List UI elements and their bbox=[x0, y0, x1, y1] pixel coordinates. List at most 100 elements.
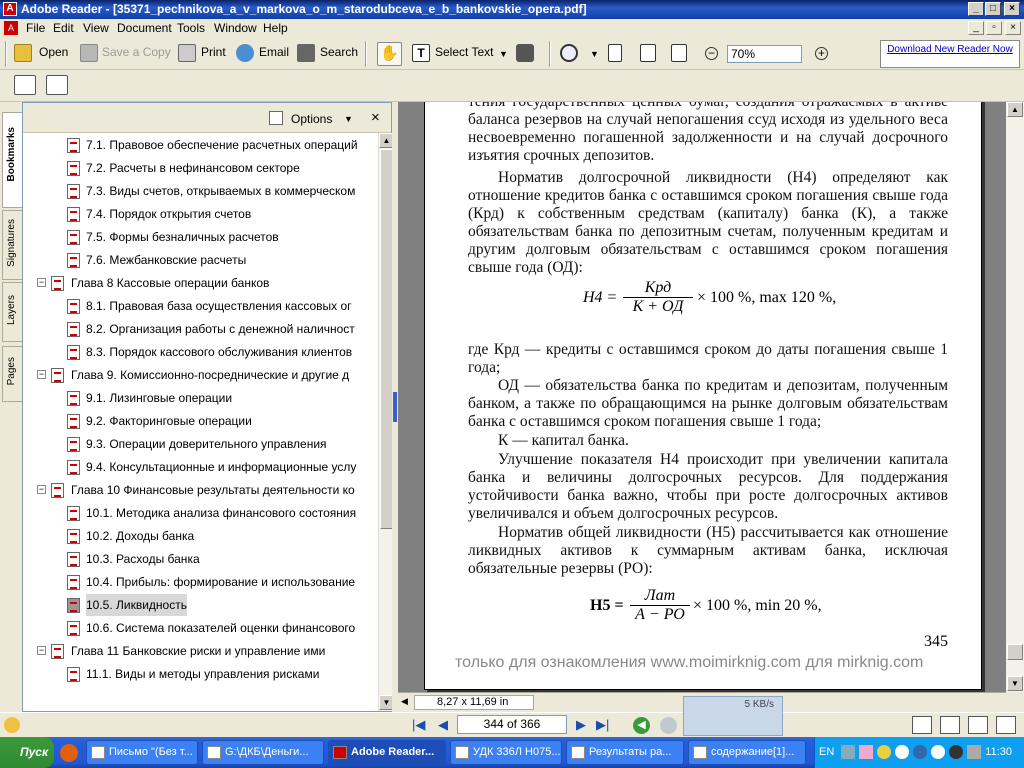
bookmark-item[interactable]: 7.2. Расчеты в нефинансовом секторе bbox=[23, 157, 377, 179]
bookmark-item[interactable]: 10.4. Прибыль: формирование и использова… bbox=[23, 571, 377, 593]
bookmark-chapter[interactable]: − Глава 10 Финансовые результаты деятельн… bbox=[23, 479, 377, 501]
select-text-button[interactable]: Select Text bbox=[435, 45, 493, 59]
last-page-button[interactable]: ▶| bbox=[596, 717, 609, 733]
menu-edit[interactable]: Edit bbox=[53, 21, 74, 35]
save-copy-button[interactable]: Save a Copy bbox=[102, 45, 171, 59]
doc-scroll-thumb[interactable] bbox=[1007, 644, 1023, 660]
bookmark-item[interactable]: 7.5. Формы безналичных расчетов bbox=[23, 226, 377, 248]
zoom-in-tool-icon[interactable] bbox=[560, 44, 578, 62]
go-back-icon[interactable]: ◀ bbox=[633, 717, 650, 734]
document-icon[interactable]: A bbox=[4, 21, 18, 35]
collapse-icon[interactable]: − bbox=[37, 278, 46, 287]
zoom-in-icon[interactable]: + bbox=[815, 47, 828, 60]
bookmark-chapter[interactable]: − Глава 8 Кассовые операции банков bbox=[23, 272, 377, 294]
options-dropdown-icon[interactable]: ▼ bbox=[344, 114, 353, 124]
document-scrollbar[interactable]: ▲ ▼ bbox=[1006, 102, 1024, 692]
fit-width-icon[interactable] bbox=[671, 44, 687, 62]
facing-icon[interactable] bbox=[968, 716, 988, 734]
start-button[interactable]: Пуск bbox=[0, 737, 54, 768]
task-word-udk[interactable]: УДК 336Л Н075... bbox=[450, 740, 562, 765]
menu-document[interactable]: Document bbox=[117, 21, 172, 35]
bookmark-item[interactable]: 9.4. Консультационные и информационные у… bbox=[23, 456, 377, 478]
continuous-icon[interactable] bbox=[940, 716, 960, 734]
bookmark-item[interactable]: 10.1. Методика анализа финансового состо… bbox=[23, 502, 377, 524]
menu-view[interactable]: View bbox=[83, 21, 109, 35]
zoom-out-icon[interactable]: − bbox=[705, 47, 718, 60]
bookmark-item[interactable]: 10.5. Ликвидность bbox=[23, 594, 377, 616]
task-contents[interactable]: содержание[1]... bbox=[688, 740, 806, 765]
tray-icon-4[interactable] bbox=[895, 745, 909, 759]
task-results[interactable]: Результаты ра... bbox=[566, 740, 684, 765]
tray-icon-7[interactable] bbox=[949, 745, 963, 759]
menu-window[interactable]: Window bbox=[214, 21, 257, 35]
network-icon[interactable] bbox=[841, 745, 855, 759]
doc-minimize-button[interactable]: _ bbox=[968, 21, 984, 35]
bookmark-item[interactable]: 10.3. Расходы банка bbox=[23, 548, 377, 570]
email-button[interactable]: Email bbox=[259, 45, 289, 59]
info-icon[interactable] bbox=[931, 745, 945, 759]
tab-bookmarks[interactable]: Bookmarks bbox=[2, 112, 22, 208]
bookmark-chapter[interactable]: − Глава 9. Комиссионно-посреднические и д… bbox=[23, 364, 377, 386]
scroll-left-arrow[interactable]: ◀ bbox=[401, 696, 408, 707]
shield-icon[interactable] bbox=[877, 745, 891, 759]
bookmark-item[interactable]: 8.1. Правовая база осуществления кассовы… bbox=[23, 295, 377, 317]
task-mail[interactable]: Письмо "(Без т... bbox=[86, 740, 198, 765]
menu-file[interactable]: File bbox=[26, 21, 45, 35]
previous-page-button[interactable]: ◀ bbox=[438, 717, 448, 733]
single-page-icon[interactable] bbox=[912, 716, 932, 734]
bookmarks-scrollbar[interactable]: ▲ ▼ bbox=[378, 133, 394, 711]
bookmark-chapter[interactable]: − Глава 11 Банковские риски и управление … bbox=[23, 640, 377, 662]
doc-close-button[interactable]: × bbox=[1005, 21, 1021, 35]
download-reader-link[interactable]: Download New Reader Now bbox=[880, 40, 1020, 68]
search-button[interactable]: Search bbox=[320, 45, 358, 59]
firefox-icon[interactable] bbox=[60, 744, 78, 762]
bookmark-item[interactable]: 9.1. Лизинговые операции bbox=[23, 387, 377, 409]
bookmark-item[interactable]: 9.3. Операции доверительного управления bbox=[23, 433, 377, 455]
tab-signatures[interactable]: Signatures bbox=[2, 210, 22, 280]
task-folder[interactable]: G:\ДКБ\Деньги... bbox=[202, 740, 324, 765]
menu-tools[interactable]: Tools bbox=[177, 21, 205, 35]
menu-help[interactable]: Help bbox=[263, 21, 288, 35]
volume-icon[interactable] bbox=[967, 745, 981, 759]
close-panel-icon[interactable]: × bbox=[371, 109, 380, 126]
language-indicator[interactable]: EN bbox=[819, 746, 834, 758]
bookmark-item[interactable]: 8.3. Порядок кассового обслуживания клие… bbox=[23, 341, 377, 363]
bookmark-item[interactable]: 8.2. Организация работы с денежной налич… bbox=[23, 318, 377, 340]
doc-scroll-up-arrow[interactable]: ▲ bbox=[1007, 102, 1023, 117]
bookmark-item[interactable]: 7.6. Межбанковские расчеты bbox=[23, 249, 377, 271]
zoom-input[interactable]: 70% bbox=[727, 45, 802, 63]
zoom-tool-dropdown[interactable]: ▼ bbox=[590, 49, 599, 59]
hand-tool-icon[interactable]: ✋ bbox=[377, 42, 402, 66]
tray-icon-5[interactable] bbox=[913, 745, 927, 759]
doc-restore-button[interactable]: ▫ bbox=[986, 21, 1002, 35]
tab-pages[interactable]: Pages bbox=[2, 346, 22, 402]
page-layout-icon[interactable] bbox=[46, 75, 68, 95]
options-menu[interactable]: Options bbox=[291, 112, 332, 126]
document-view[interactable]: тения государственных ценных бумаг, созд… bbox=[398, 102, 1006, 692]
open-button[interactable]: Open bbox=[39, 45, 68, 59]
bookmark-item[interactable]: 7.3. Виды счетов, открываемых в коммерче… bbox=[23, 180, 377, 202]
close-button[interactable]: × bbox=[1004, 2, 1020, 16]
tab-layers[interactable]: Layers bbox=[2, 282, 22, 342]
task-adobe-reader[interactable]: Adobe Reader... bbox=[328, 740, 446, 765]
first-page-button[interactable]: |◀ bbox=[412, 717, 425, 733]
minimize-button[interactable]: _ bbox=[968, 2, 984, 16]
splitter-grip[interactable] bbox=[393, 392, 397, 422]
bookmark-item[interactable]: 10.6. Система показателей оценки финансо… bbox=[23, 617, 377, 639]
collapse-icon[interactable]: − bbox=[37, 485, 46, 494]
snapshot-icon[interactable] bbox=[516, 44, 534, 62]
collapse-icon[interactable]: − bbox=[37, 646, 46, 655]
tray-icon-2[interactable] bbox=[859, 745, 873, 759]
maximize-button[interactable]: □ bbox=[985, 2, 1001, 16]
page-number-input[interactable]: 344 of 366 bbox=[457, 715, 567, 734]
collapse-icon[interactable]: − bbox=[37, 370, 46, 379]
bookmark-item[interactable]: 10.2. Доходы банка bbox=[23, 525, 377, 547]
doc-scroll-down-arrow[interactable]: ▼ bbox=[1007, 676, 1023, 691]
next-page-button[interactable]: ▶ bbox=[576, 717, 586, 733]
select-text-dropdown[interactable]: ▼ bbox=[499, 49, 508, 59]
go-forward-icon[interactable] bbox=[660, 717, 677, 734]
bookmark-item[interactable]: 11.1. Виды и методы управления рисками bbox=[23, 663, 377, 685]
bookmark-item[interactable]: 7.4. Порядок открытия счетов bbox=[23, 203, 377, 225]
continuous-facing-icon[interactable] bbox=[996, 716, 1016, 734]
actual-size-icon[interactable] bbox=[608, 44, 622, 62]
